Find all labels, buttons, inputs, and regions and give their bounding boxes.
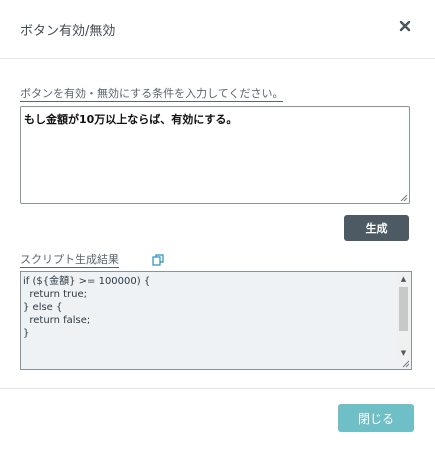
scrollbar[interactable]: ▲ ▼ — [397, 273, 410, 359]
code-line: return false; — [23, 315, 91, 326]
generate-button[interactable]: 生成 — [344, 215, 409, 241]
condition-text: もし金額が10万以上ならば、有効にする。 — [24, 113, 238, 126]
condition-textarea[interactable]: もし金額が10万以上ならば、有効にする。 — [20, 106, 410, 204]
dialog: ボタン有効/無効 ボタンを有効・無効にする条件を入力してください。 もし金額が1… — [0, 0, 435, 448]
copy-icon[interactable] — [152, 254, 164, 266]
code-line: } else { — [23, 302, 63, 313]
resize-grip-icon[interactable] — [401, 359, 410, 368]
result-label: スクリプト生成結果 — [20, 253, 119, 268]
close-button[interactable]: 閉じる — [338, 404, 414, 432]
resize-grip-icon[interactable] — [399, 193, 408, 202]
code-line: if (${金額} >= 100000) { — [23, 276, 151, 287]
close-icon[interactable] — [397, 18, 413, 34]
condition-label: ボタンを有効・無効にする条件を入力してください。 — [20, 87, 284, 102]
scroll-up-icon[interactable]: ▲ — [397, 273, 410, 285]
scroll-thumb[interactable] — [399, 287, 408, 331]
scroll-down-icon[interactable]: ▼ — [397, 347, 410, 359]
result-textarea[interactable]: if (${金額} >= 100000) { return true; } el… — [20, 271, 412, 370]
result-code: if (${金額} >= 100000) { return true; } el… — [23, 275, 150, 340]
code-line: } — [23, 328, 30, 339]
dialog-header: ボタン有効/無効 — [0, 0, 435, 59]
code-line: return true; — [23, 289, 88, 300]
dialog-title: ボタン有効/無効 — [20, 24, 116, 39]
